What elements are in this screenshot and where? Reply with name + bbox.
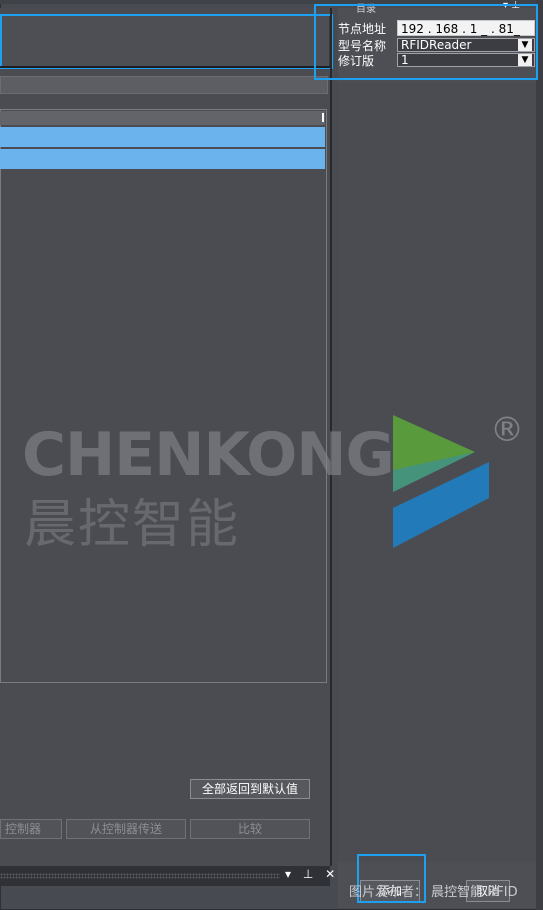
grid-header [0,111,325,125]
brand-logo-icon [393,415,489,548]
registered-mark: ® [490,410,524,450]
transfer-to-controller-button[interactable]: 控制器 [0,819,62,839]
dock-grip[interactable] [0,873,280,879]
grid-row-selected[interactable] [0,149,325,169]
grid-row-selected[interactable] [0,127,325,147]
transfer-from-controller-button[interactable]: 从控制器传送 [66,819,186,839]
restore-defaults-button[interactable]: 全部返回到默认值 [190,779,310,799]
watermark-brand-cn: 晨控智能 [24,495,241,555]
publisher-credit: 图片发布者： 晨控智能 RFID [349,885,518,900]
compare-button[interactable]: 比较 [190,819,310,839]
settings-grid [0,109,327,683]
toolbar-focus-outline [0,14,333,69]
section-header[interactable] [0,76,328,94]
grid-column-divider[interactable] [322,113,324,122]
properties-focus-outline [314,4,538,80]
right-edge [536,0,543,910]
divider [0,66,330,68]
watermark-brand-en: CHENKONG [22,420,395,490]
dock-controls-icons[interactable]: ▾ ⊥ ✕ [285,867,339,881]
